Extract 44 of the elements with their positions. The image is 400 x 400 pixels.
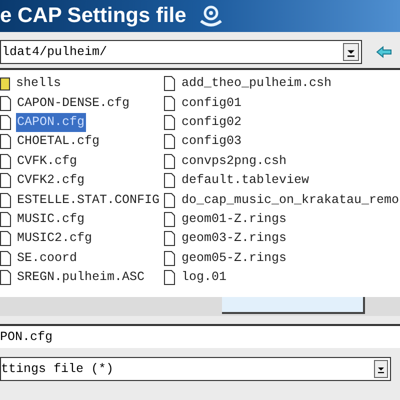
file-item[interactable]: config02 [180, 113, 242, 132]
filter-value: ttings file (*) [1, 360, 115, 378]
file-item[interactable]: config03 [180, 132, 242, 152]
file-icon [164, 76, 176, 92]
filename-field[interactable]: PON.cfg [0, 324, 400, 348]
horizontal-scrollbar[interactable] [0, 297, 400, 316]
file-item[interactable]: ESTELLE.STAT.CONFIG [16, 190, 161, 210]
file-item[interactable]: geom01-Z.rings [180, 210, 288, 229]
file-item[interactable]: MUSIC.cfg [16, 210, 86, 229]
scrollbar-thumb[interactable] [222, 297, 365, 314]
file-item[interactable]: config01 [180, 94, 242, 112]
file-item[interactable]: log.01 [180, 268, 228, 287]
path-combo[interactable]: ldat4/pulheim/ [0, 40, 362, 64]
app-icon [198, 4, 224, 28]
file-icon [164, 154, 176, 169]
file-icon [164, 192, 176, 208]
file-item[interactable]: CHOETAL.cfg [16, 132, 101, 152]
file-item[interactable]: geom03-Z.rings [180, 229, 288, 248]
file-item[interactable]: CAPON.cfg [16, 113, 86, 132]
file-icon [164, 114, 176, 130]
file-item[interactable]: do_cap_music_on_krakatau_remo [180, 190, 400, 210]
file-item[interactable]: SREGN.pulheim.ASC [16, 268, 146, 287]
file-item[interactable]: add_theo_pulheim.csh [180, 74, 332, 94]
file-item[interactable]: SE.coord [16, 248, 78, 268]
file-item[interactable]: convps2png.csh [180, 152, 288, 171]
file-icon [164, 270, 176, 286]
file-item[interactable]: shells [15, 74, 62, 94]
file-icon [164, 134, 176, 150]
file-item[interactable]: MUSIC2.cfg [16, 229, 94, 248]
filter-combo[interactable]: ttings file (*) [0, 357, 391, 381]
window-title: e CAP Settings file [0, 3, 186, 30]
file-icon [164, 173, 176, 188]
path-value: ldat4/pulheim/ [1, 44, 108, 61]
file-icon [164, 96, 176, 111]
file-item[interactable]: CAPON-DENSE.cfg [16, 94, 131, 112]
back-arrow-icon[interactable] [376, 46, 392, 58]
file-item[interactable]: geom05-Z.rings [180, 248, 288, 268]
file-item[interactable]: CVFK2.cfg [16, 171, 86, 190]
file-icon [164, 212, 176, 227]
file-icon [164, 231, 176, 246]
file-item[interactable]: default.tableview [180, 171, 310, 190]
filename-value: PON.cfg [0, 328, 53, 346]
file-icon [164, 250, 176, 266]
file-item[interactable]: CVFK.cfg [16, 152, 78, 171]
